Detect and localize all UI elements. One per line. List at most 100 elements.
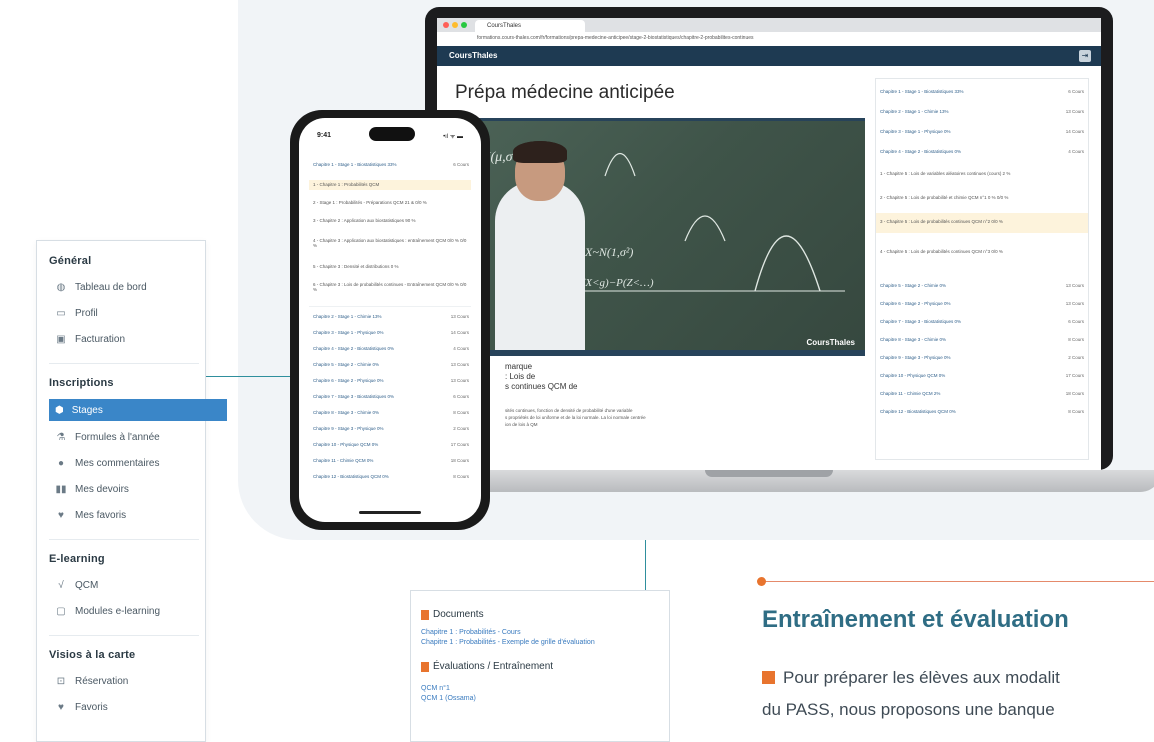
title-rule [760,581,1154,582]
chapter-list-panel: Chapitre 1 - Stage 1 - Biostatistiques 3… [875,78,1089,460]
lesson-row[interactable]: 2 - Chapitre 5 : Lois de probabilité et … [880,195,1084,200]
sidebar-item-formules[interactable]: ⚗ Formules à l'année [55,427,160,447]
body-text: Pour préparer les élèves aux modalit [762,668,1060,688]
laptop-screen: CoursThales formations.cours-thales.com/… [437,18,1101,470]
connector-line [645,540,646,590]
document-link[interactable]: Chapitre 1 : Probabilités - Cours [421,629,521,636]
qcm-link[interactable]: QCM 1 (Ossama) [421,695,476,702]
lesson-row[interactable]: 5 - Chapitre 3 : Densité et distribution… [313,264,469,269]
svg-text:P(X<g)−P(Z<…): P(X<g)−P(Z<…) [574,277,654,289]
lesson-row-active[interactable]: 1 - Chapitre 1 : Probabilités QCM [313,182,469,187]
sidebar-item-profile[interactable]: ▭ Profil [55,303,98,323]
chapter-row[interactable]: Chapitre 11 - Chimie QCM 2% 18 Cours [880,391,1084,396]
chapter-row[interactable]: Chapitre 9 - Stage 3 - Physique 0% 2 Cour… [313,426,469,431]
lesson-row[interactable]: 6 - Chapitre 3 : Lois de probabilités co… [313,282,469,292]
dynamic-island [369,127,415,141]
sidebar-item-reservation[interactable]: ⊡ Réservation [55,671,129,691]
minimize-window-icon[interactable] [452,22,458,28]
bullet-square-icon [762,671,775,684]
sidebar-item-modules[interactable]: ▢ Modules e-learning [55,601,160,621]
heart-icon: ♥ [58,701,64,713]
document-icon [421,609,429,620]
chapter-row[interactable]: Chapitre 11 - Chimie QCM 0% 18 Cours [313,458,469,463]
heart-icon: ♥ [58,509,64,521]
course-description: sités continues, fonction de densité de … [505,408,633,413]
qcm-link[interactable]: QCM n°1 [421,685,450,692]
app-header: CoursThales ⇥ [437,46,1101,66]
module-icon: ▢ [56,605,66,617]
chapter-row[interactable]: Chapitre 6 - Stage 2 - Physique 0% 13 Cou… [880,301,1084,306]
chapter-row[interactable]: Chapitre 5 - Stage 2 - Chimie 0% 13 Cours [313,362,469,367]
page-title: Prépa médecine anticipée [455,82,675,103]
chapter-row[interactable]: Chapitre 3 - Stage 1 - Physique 0% 14 Cou… [313,330,469,335]
lesson-row[interactable]: 4 - Chapitre 5 : Lois de probabilités co… [880,249,1084,254]
comment-icon: ● [57,457,65,469]
chapter-row[interactable]: Chapitre 8 - Stage 3 - Chimie 0% 8 Cours [313,410,469,415]
evaluations-heading: Évaluations / Entraînement [421,661,553,672]
chapter-row[interactable]: Chapitre 2 - Stage 1 - Chimie 13% 13 Cour… [880,109,1084,114]
browser-tab[interactable]: CoursThales [475,20,585,32]
sidebar-item-dashboard[interactable]: ◍ Tableau de bord [55,277,147,297]
lesson-row[interactable]: 1 - Chapitre 5 : Lois de variables aléat… [880,171,1084,176]
id-card-icon: ▭ [56,307,66,319]
chapter-row[interactable]: Chapitre 5 - Stage 2 - Chimie 0% 13 Cours [880,283,1084,288]
sidebar-item-billing[interactable]: ▣ Facturation [55,329,125,349]
chapter-row[interactable]: Chapitre 12 - Biostatistiques QCM 0% 8 Co… [313,474,469,479]
lesson-row[interactable]: 3 - Chapitre 2 : Application aux biostat… [313,218,469,223]
sidebar-item-visio-favorites[interactable]: ♥ Favoris [55,697,108,717]
logout-icon[interactable]: ⇥ [1079,50,1091,62]
chapter-row[interactable]: Chapitre 8 - Stage 3 - Chimie 0% 8 Cours [880,337,1084,342]
url-text: formations.cours-thales.com/fr/formation… [477,35,754,41]
divider [49,539,199,540]
stages-icon: ⬢ [55,404,64,416]
course-text: s continues QCM de [505,382,578,391]
sidebar-item-stages[interactable]: ⬢ Stages [49,399,227,421]
divider [49,635,199,636]
reservation-icon: ⊡ [56,675,66,687]
body-text: du PASS, nous proposons une banque [762,700,1055,719]
maximize-window-icon[interactable] [461,22,467,28]
presenter-hair-top [513,141,567,163]
chapter-row[interactable]: Chapitre 4 - Stage 2 - Biostatistiques 0… [880,149,1084,154]
documents-card: Documents Chapitre 1 : Probabilités - Co… [410,590,670,742]
sidebar-item-qcm[interactable]: √ QCM [55,575,98,595]
presenter-body [495,181,585,353]
formula-icon: ⚗ [56,431,66,443]
document-icon [421,661,429,672]
phone-screen: 9:41 •ıl ᯤ ▬ Chapitre 1 - Stage 1 - Bios… [299,118,481,522]
lesson-row-active[interactable]: 3 - Chapitre 5 : Lois de probabilités co… [880,219,1084,224]
lesson-row[interactable]: 2 - Stage 1 : Probabilités - Préparation… [313,200,469,205]
chapter-row[interactable]: Chapitre 10 - Physique QCM 0% 17 Cours [880,373,1084,378]
sidebar-item-favorites[interactable]: ♥ Mes favoris [55,505,126,525]
course-text: marque [505,362,533,371]
status-icons: •ıl ᯤ ▬ [443,134,463,140]
close-window-icon[interactable] [443,22,449,28]
phone-time: 9:41 [317,132,332,139]
lesson-row[interactable]: 4 - Chapitre 3 : Application aux biostat… [313,238,469,248]
section-title-inscriptions: Inscriptions [49,377,114,389]
chapter-row[interactable]: Chapitre 1 - Stage 1 - Biostatistiques 3… [313,162,469,167]
chapter-row[interactable]: Chapitre 4 - Stage 2 - Biostatistiques 0… [313,346,469,351]
browser-tab-bar: CoursThales [437,18,1101,32]
home-indicator [359,511,421,514]
sidebar-item-comments[interactable]: ● Mes commentaires [55,453,160,473]
chapter-row[interactable]: Chapitre 7 - Stage 3 - Biostatistiques 0… [880,319,1084,324]
video-player[interactable]: X~N(μ,σ²) X~N(1,σ²) P(X<g)−P(Z<…) CoursT… [455,118,865,353]
sqrt-icon: √ [58,579,64,591]
chapter-row[interactable]: Chapitre 3 - Stage 1 - Physique 0% 14 Cou… [880,129,1084,134]
chapter-row[interactable]: Chapitre 6 - Stage 2 - Physique 0% 13 Cou… [313,378,469,383]
chapter-row[interactable]: Chapitre 1 - Stage 1 - Biostatistiques 3… [880,89,1084,94]
document-link[interactable]: Chapitre 1 : Probabilités - Exemple de g… [421,639,595,646]
chapter-row[interactable]: Chapitre 2 - Stage 1 - Chimie 13% 13 Cour… [313,314,469,319]
chapter-row[interactable]: Chapitre 7 - Stage 3 - Biostatistiques 0… [313,394,469,399]
dashboard-icon: ◍ [56,281,66,293]
chapter-row[interactable]: Chapitre 10 - Physique QCM 0% 17 Cours [313,442,469,447]
address-bar[interactable]: formations.cours-thales.com/fr/formation… [437,32,1101,47]
section-title: Entraînement et évaluation [762,606,1069,633]
course-description: s propriétés de loi uniforme et de la lo… [505,415,646,420]
section-title-general: Général [49,255,92,267]
chapter-row[interactable]: Chapitre 9 - Stage 3 - Physique 0% 2 Cour… [880,355,1084,360]
sidebar-item-homework[interactable]: ▮▮ Mes devoirs [55,479,128,499]
chapter-row[interactable]: Chapitre 12 - Biostatistiques QCM 0% 8 Co… [880,409,1084,414]
app-logo-text[interactable]: CoursThales [449,51,497,60]
